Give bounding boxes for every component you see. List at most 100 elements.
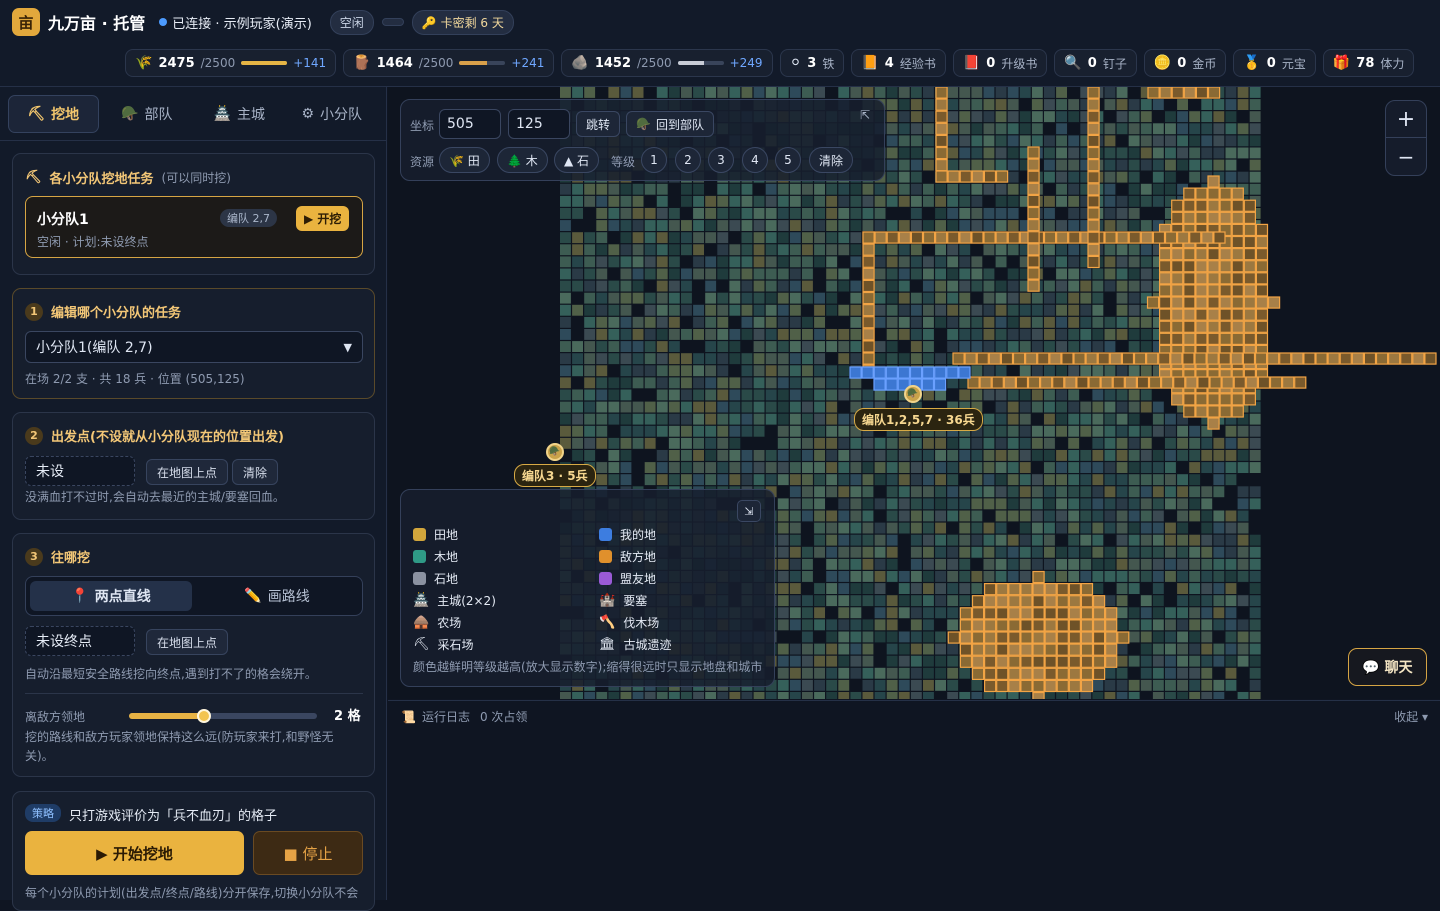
map-tile[interactable] [693,304,704,316]
enemy-tile[interactable] [1219,320,1232,333]
enemy-tile[interactable] [1044,607,1057,620]
map-tile[interactable] [572,183,583,195]
map-tile[interactable] [1201,486,1213,498]
map-tile[interactable] [765,450,777,461]
map-tile[interactable] [983,304,995,316]
enemy-tile[interactable] [1255,296,1269,309]
map-tile[interactable] [1140,183,1152,195]
map-tile[interactable] [838,195,850,207]
map-tile[interactable] [862,220,874,231]
enemy-tile[interactable] [971,170,984,183]
map-tile[interactable] [1128,655,1140,667]
map-tile[interactable] [789,389,801,401]
map-tile[interactable] [777,365,789,377]
enemy-tile[interactable] [1080,583,1094,596]
map-tile[interactable] [1019,534,1031,546]
enemy-tile[interactable] [983,643,997,656]
map-tile[interactable] [1056,450,1067,461]
map-tile[interactable] [1116,619,1128,631]
map-tile[interactable] [1068,462,1080,473]
map-tile[interactable] [838,462,850,473]
map-tile[interactable] [1007,171,1019,183]
map-tile[interactable] [850,450,862,461]
map-tile[interactable] [1249,619,1261,631]
map-tile[interactable] [789,377,801,389]
map-tile[interactable] [923,486,934,498]
map-tile[interactable] [1152,99,1164,110]
map-tile[interactable] [668,329,680,340]
enemy-tile[interactable] [1085,352,1098,365]
map-tile[interactable] [802,232,813,244]
map-tile[interactable] [705,353,717,365]
map-tile[interactable] [1165,111,1176,123]
map-tile[interactable] [1128,195,1140,207]
map-tile[interactable] [1152,123,1164,135]
enemy-tile[interactable] [1255,235,1269,249]
map-tile[interactable] [1189,631,1201,643]
enemy-tile[interactable] [922,231,936,244]
map-tile[interactable] [765,316,777,328]
zoom-in-button[interactable]: + [1386,101,1426,138]
clear-filter-button[interactable]: 清除 [809,147,854,173]
enemy-tile[interactable] [1068,231,1081,244]
enemy-tile[interactable] [1080,667,1094,680]
map-tile[interactable] [1249,679,1261,691]
map-tile[interactable] [572,365,583,377]
map-tile[interactable] [632,183,644,195]
map-tile[interactable] [910,256,922,268]
map-tile[interactable] [1116,292,1128,304]
map-tile[interactable] [717,183,729,195]
map-tile[interactable] [777,450,789,461]
map-tile[interactable] [1225,643,1237,655]
map-tile[interactable] [705,365,717,377]
map-tile[interactable] [668,450,680,461]
map-tile[interactable] [693,450,704,461]
map-tile[interactable] [596,280,608,292]
map-tile[interactable] [838,425,850,437]
map-tile[interactable] [681,437,692,449]
map-tile[interactable] [874,437,886,449]
map-tile[interactable] [572,341,583,352]
enemy-tile[interactable] [1351,352,1364,365]
map-tile[interactable] [1140,667,1152,679]
map-tile[interactable] [910,534,922,546]
enemy-tile[interactable] [1104,607,1118,620]
map-tile[interactable] [838,232,850,244]
enemy-tile[interactable] [1195,248,1208,261]
enemy-tile[interactable] [862,328,875,341]
map-tile[interactable] [971,679,983,691]
map-tile[interactable] [1237,87,1249,98]
map-tile[interactable] [705,341,717,352]
map-tile[interactable] [1092,679,1104,691]
map-tile[interactable] [729,87,741,98]
map-tile[interactable] [923,389,934,401]
map-tile[interactable] [1213,534,1225,546]
map-tile[interactable] [1177,534,1188,546]
map-tile[interactable] [1128,111,1140,123]
map-tile[interactable] [596,256,608,268]
map-tile[interactable] [886,522,898,534]
map-tile[interactable] [741,292,753,304]
map-tile[interactable] [1152,450,1164,461]
map-tile[interactable] [1225,111,1237,123]
map-tile[interactable] [838,607,850,619]
map-tile[interactable] [1237,631,1249,643]
map-tile[interactable] [1201,643,1213,655]
map-tile[interactable] [777,401,789,413]
enemy-tile[interactable] [1219,332,1232,346]
map-tile[interactable] [886,667,898,679]
map-tile[interactable] [1031,341,1043,352]
map-tile[interactable] [1201,534,1213,546]
map-tile[interactable] [789,353,801,365]
map-tile[interactable] [850,280,862,292]
map-tile[interactable] [1068,329,1080,340]
map-tile[interactable] [910,437,922,449]
enemy-tile[interactable] [1171,284,1184,297]
enemy-tile[interactable] [1032,583,1045,596]
map-tile[interactable] [1237,147,1249,159]
map-tile[interactable] [1092,450,1104,461]
map-tile[interactable] [983,437,995,449]
map-tile[interactable] [814,667,825,679]
map-tile[interactable] [826,558,838,570]
map-tile[interactable] [596,437,608,449]
